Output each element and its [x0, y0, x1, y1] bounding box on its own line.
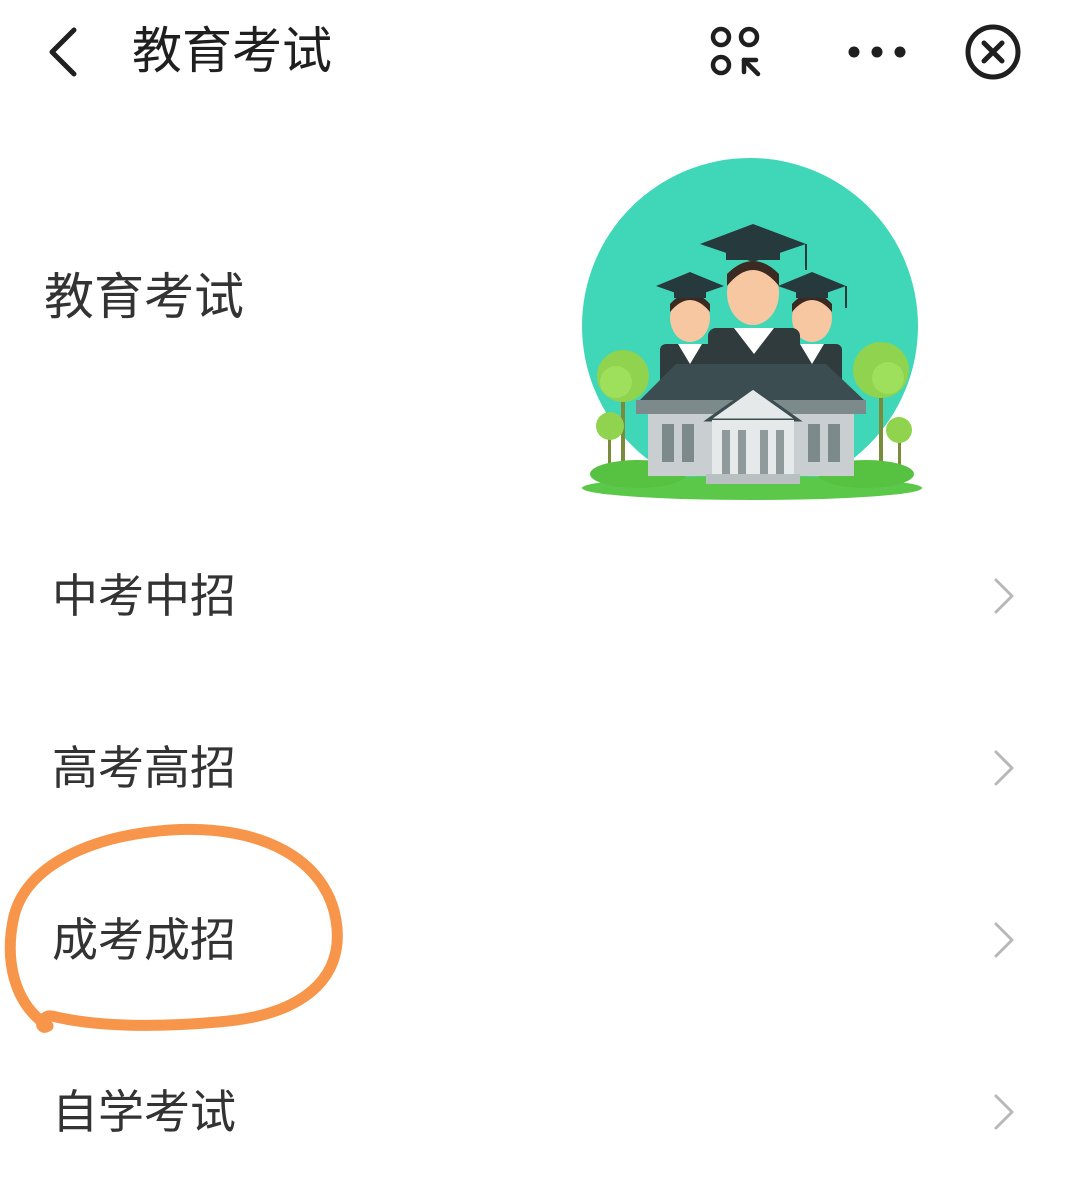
chevron-left-icon	[49, 27, 77, 77]
close-circle-icon	[965, 24, 1021, 80]
menu-item-gaokao[interactable]: 高考高招	[0, 708, 1080, 828]
chevron-right-icon	[994, 922, 1014, 958]
menu-item-zixue[interactable]: 自学考试	[0, 1052, 1080, 1172]
chevron-right-icon	[994, 578, 1014, 614]
close-button[interactable]	[962, 22, 1024, 84]
menu-item-zhongkao[interactable]: 中考中招	[0, 536, 1080, 656]
menu-item-label: 高考高招	[52, 741, 236, 795]
scan-button[interactable]	[704, 22, 766, 84]
graduates-university-illustration	[582, 158, 922, 500]
mini-program-scan-icon	[710, 26, 761, 77]
page-title: 教育考试	[132, 22, 332, 80]
menu-item-label: 成考成招	[52, 913, 236, 967]
more-button[interactable]	[846, 22, 908, 84]
back-button[interactable]	[40, 22, 90, 82]
section-title: 教育考试	[44, 268, 244, 326]
menu-item-label: 中考中招	[52, 569, 236, 623]
chevron-right-icon	[994, 1094, 1014, 1130]
menu-item-chengkao[interactable]: 成考成招	[0, 880, 1080, 1000]
menu-item-label: 自学考试	[52, 1085, 236, 1139]
chevron-right-icon	[994, 750, 1014, 786]
top-navbar: 教育考试	[0, 0, 1080, 110]
ellipsis-icon	[848, 46, 906, 58]
